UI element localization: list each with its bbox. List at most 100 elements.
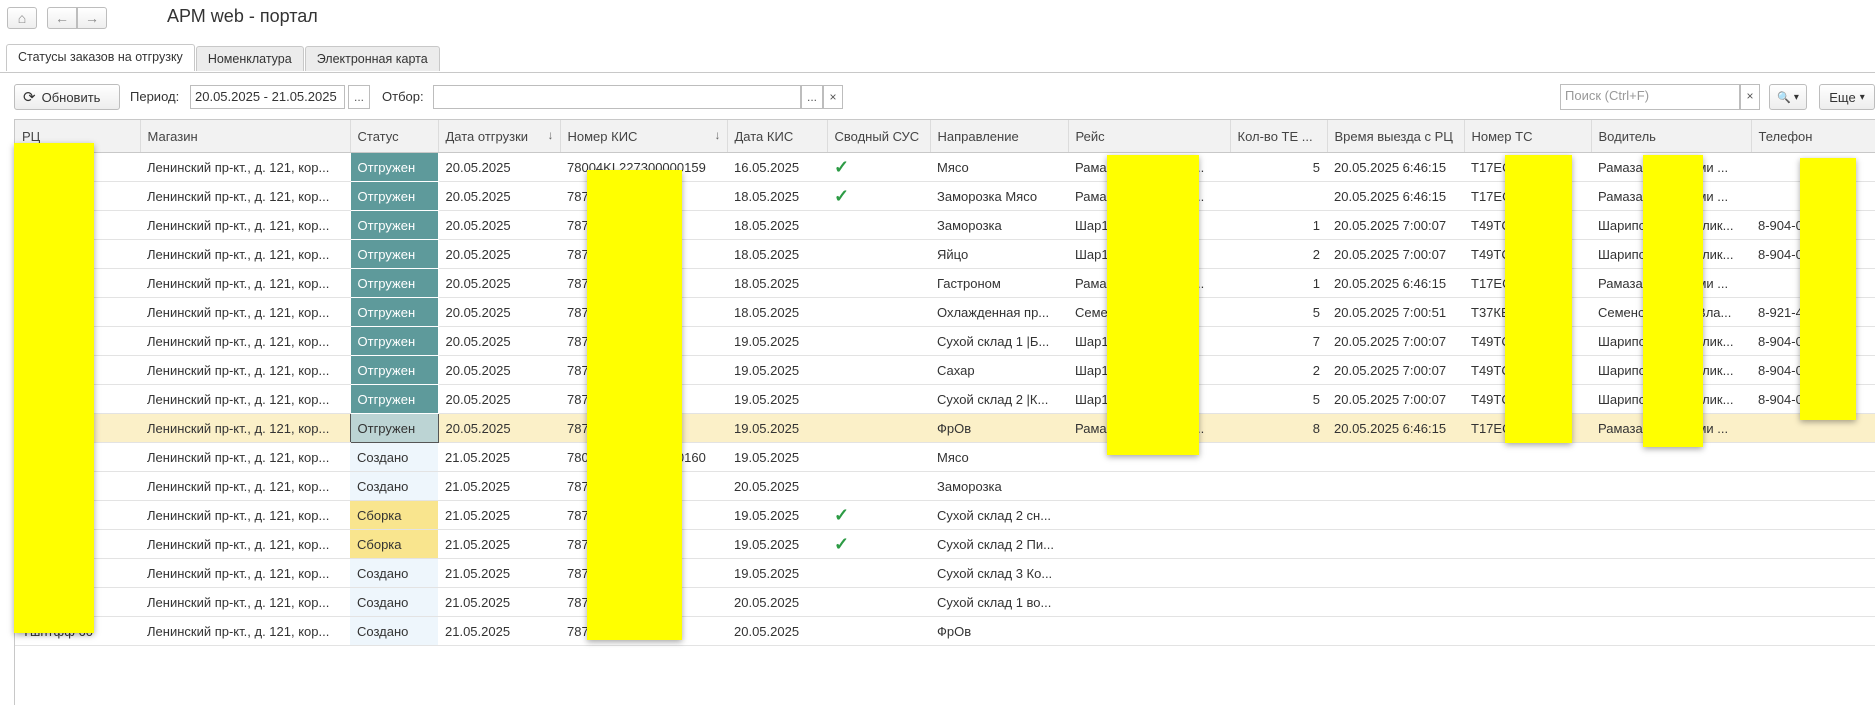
col-header-phone[interactable]: Телефон <box>1751 120 1875 153</box>
home-button[interactable]: ⌂ <box>7 7 37 29</box>
table-row[interactable]: Тшнтфф 60Ленинский пр-кт., д. 121, кор..… <box>15 268 1875 298</box>
cell-status: Отгружен <box>349 413 439 443</box>
table-row[interactable]: Тшнтфф 65Ленинский пр-кт., д. 121, кор..… <box>15 355 1875 385</box>
check-icon: ✓ <box>834 504 850 525</box>
cell-store: Ленинский пр-кт., д. 121, кор... <box>140 384 350 414</box>
cell-te-count: 5 <box>1230 152 1327 182</box>
tab-nomenclature[interactable]: Номенклатура <box>195 46 304 71</box>
cell-summary-sus <box>827 326 930 356</box>
table-row[interactable]: Тшнтфф 3Ленинский пр-кт., д. 121, кор...… <box>15 529 1875 559</box>
cell-te-count <box>1230 500 1327 530</box>
cell-ship-date: 21.05.2025 <box>438 529 560 559</box>
tab-bar: Статусы заказов на отгрузку Номенклатура… <box>6 44 441 71</box>
table-row[interactable]: Тшнтфф 60Ленинский пр-кт., д. 121, кор..… <box>15 181 1875 211</box>
cell-driver <box>1591 587 1751 617</box>
cell-departure-time: 20.05.2025 6:46:15 <box>1327 152 1464 182</box>
forward-button[interactable]: → <box>77 7 107 29</box>
col-header-ship-date[interactable]: Дата отгрузки ↓ <box>438 120 561 153</box>
col-header-trip[interactable]: Рейс <box>1068 120 1231 153</box>
table-row[interactable]: Тшнтфф 3Ленинский пр-кт., д. 121, кор...… <box>15 587 1875 617</box>
cell-driver <box>1591 529 1751 559</box>
more-button[interactable]: Еще ▾ <box>1819 84 1875 110</box>
cell-te-count <box>1230 529 1327 559</box>
sort-arrow-icon: ↓ <box>547 128 554 142</box>
cell-vehicle-number <box>1464 529 1591 559</box>
table-row[interactable]: Тшнтфф 3Ленинский пр-кт., д. 121, кор...… <box>15 558 1875 588</box>
table-row[interactable]: Тшнтфф 3Ленинский пр-кт., д. 121, кор...… <box>15 500 1875 530</box>
cell-ship-date: 20.05.2025 <box>438 181 560 211</box>
cell-te-count <box>1230 181 1327 211</box>
cell-driver <box>1591 500 1751 530</box>
period-field[interactable]: 20.05.2025 - 21.05.2025 <box>190 85 345 109</box>
col-header-departure-time[interactable]: Время выезда с РЦ <box>1327 120 1465 153</box>
cell-trip <box>1068 529 1230 559</box>
cell-direction: Сахар <box>930 355 1068 385</box>
cell-departure-time: 20.05.2025 6:46:15 <box>1327 413 1464 443</box>
col-header-summary-sus[interactable]: Сводный СУС <box>827 120 931 153</box>
cell-status: Отгружен <box>349 297 439 327</box>
cell-direction: Заморозка <box>930 210 1068 240</box>
cell-te-count: 5 <box>1230 384 1327 414</box>
search-button[interactable]: 🔍 ▾ <box>1769 84 1807 110</box>
cell-status: Отгружен <box>349 210 439 240</box>
filter-label: Отбор: <box>382 89 424 104</box>
period-select-button[interactable]: ... <box>348 85 370 109</box>
cell-summary-sus <box>827 442 930 472</box>
cell-summary-sus: ✓ <box>827 529 930 559</box>
col-header-direction[interactable]: Направление <box>930 120 1069 153</box>
search-input[interactable]: Поиск (Ctrl+F) <box>1560 84 1740 110</box>
cell-ship-date: 21.05.2025 <box>438 558 560 588</box>
cell-phone <box>1751 442 1875 472</box>
table-row[interactable]: Тшнтфф 60Ленинский пр-кт., д. 121, кор..… <box>15 413 1875 443</box>
tab-order-statuses[interactable]: Статусы заказов на отгрузку <box>6 44 195 71</box>
cell-summary-sus <box>827 413 930 443</box>
filter-select-button[interactable]: ... <box>801 85 823 109</box>
cell-kis-date: 19.05.2025 <box>727 529 827 559</box>
cell-status: Сборка <box>350 529 438 559</box>
cell-store: Ленинский пр-кт., д. 121, кор... <box>140 239 350 269</box>
page-title: АРМ web - портал <box>167 6 318 26</box>
cell-summary-sus <box>827 616 930 646</box>
cell-direction: Заморозка <box>930 471 1068 501</box>
col-header-driver[interactable]: Водитель <box>1591 120 1752 153</box>
orders-table[interactable]: РЦ Магазин Статус Дата отгрузки ↓ Номер К… <box>14 119 1875 705</box>
cell-te-count <box>1230 558 1327 588</box>
table-row[interactable]: Тшнтфф 65Ленинский пр-кт., д. 121, кор..… <box>15 297 1875 327</box>
cell-phone <box>1751 500 1875 530</box>
cell-status: Отгружен <box>349 355 439 385</box>
table-row[interactable]: Тшнтфф 65Ленинский пр-кт., д. 121, кор..… <box>15 384 1875 414</box>
cell-store: Ленинский пр-кт., д. 121, кор... <box>140 210 350 240</box>
cell-status: Отгружен <box>349 384 439 414</box>
cell-status: Сборка <box>350 500 438 530</box>
col-header-status[interactable]: Статус <box>350 120 439 153</box>
col-header-te-count[interactable]: Кол-во ТЕ ... <box>1230 120 1328 153</box>
filter-field[interactable] <box>433 85 801 109</box>
table-row[interactable]: Тшнтфф 65Ленинский пр-кт., д. 121, кор..… <box>15 471 1875 501</box>
cell-vehicle-number <box>1464 587 1591 617</box>
cell-store: Ленинский пр-кт., д. 121, кор... <box>140 500 350 530</box>
col-header-vehicle-number[interactable]: Номер ТС <box>1464 120 1592 153</box>
search-icon: 🔍 <box>1777 91 1791 104</box>
cell-summary-sus <box>827 558 930 588</box>
tab-electronic-map[interactable]: Электронная карта <box>304 46 440 71</box>
table-row[interactable]: Тшнтфф 65Ленинский пр-кт., д. 121, кор..… <box>15 210 1875 240</box>
check-icon: ✓ <box>834 185 850 206</box>
cell-te-count <box>1230 442 1327 472</box>
refresh-button[interactable]: ⟳ Обновить <box>14 84 120 110</box>
table-row[interactable]: Тшнтфф 60Ленинский пр-кт., д. 121, кор..… <box>15 442 1875 472</box>
cell-ship-date: 20.05.2025 <box>438 413 560 443</box>
col-header-kis-number[interactable]: Номер КИС ↓ <box>560 120 728 153</box>
cell-ship-date: 21.05.2025 <box>438 616 560 646</box>
table-row[interactable]: Тшнтфф 65Ленинский пр-кт., д. 121, кор..… <box>15 239 1875 269</box>
back-arrow-icon: ← <box>55 10 69 26</box>
search-clear-button[interactable]: × <box>1740 84 1760 110</box>
filter-clear-button[interactable]: × <box>823 85 843 109</box>
table-row[interactable]: Тшнтфф 60Ленинский пр-кт., д. 121, кор..… <box>15 616 1875 646</box>
col-header-kis-date[interactable]: Дата КИС <box>727 120 828 153</box>
table-row[interactable]: Тшнтфф 60Ленинский пр-кт., д. 121, кор..… <box>15 152 1875 182</box>
back-button[interactable]: ← <box>47 7 77 29</box>
col-header-store[interactable]: Магазин <box>140 120 351 153</box>
cell-summary-sus <box>827 355 930 385</box>
table-row[interactable]: Тшнтфф 65Ленинский пр-кт., д. 121, кор..… <box>15 326 1875 356</box>
forward-arrow-icon: → <box>85 10 99 26</box>
